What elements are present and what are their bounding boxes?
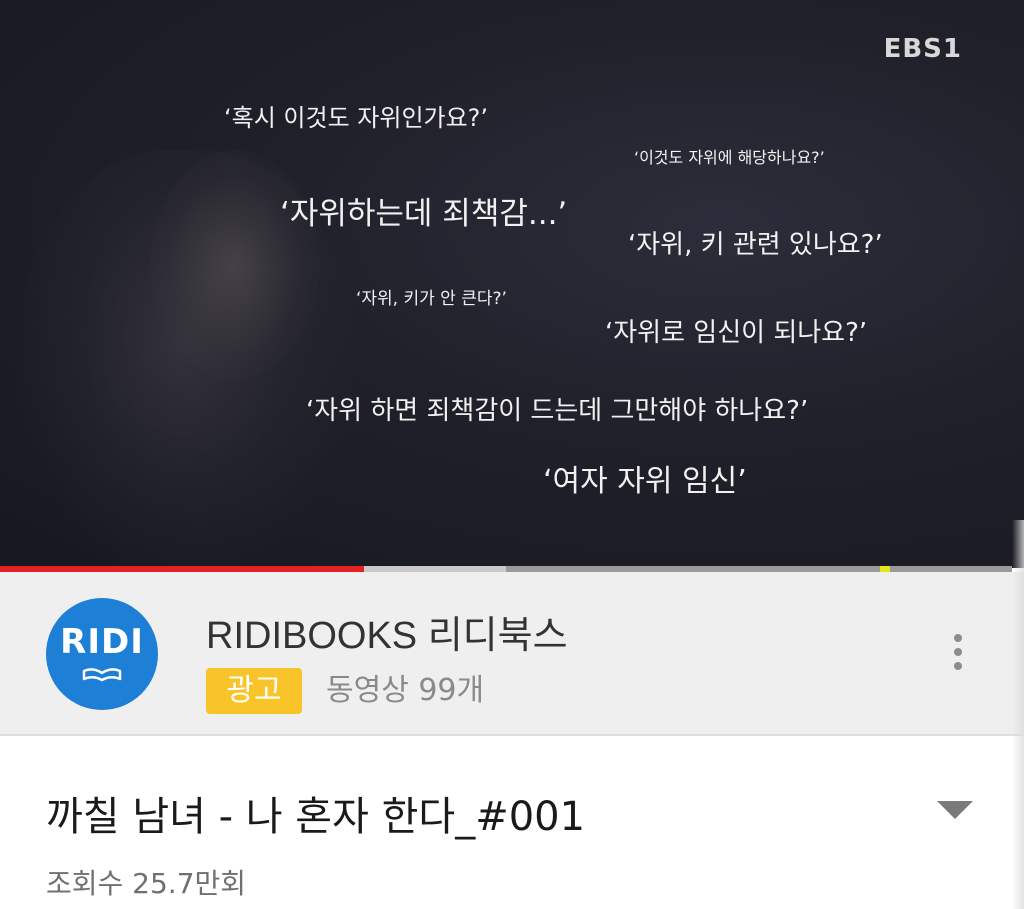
video-caption: ‘이것도 자위에 해당하나요?’ <box>634 148 825 167</box>
video-caption: ‘자위, 키 관련 있나요?’ <box>628 230 883 260</box>
view-count: 조회수 25.7만회 <box>46 867 247 900</box>
video-caption: ‘자위, 키가 안 큰다?’ <box>356 289 507 309</box>
scroll-edge <box>1012 520 1024 909</box>
channel-bar[interactable]: RIDI RIDIBOOKS 리디북스 광고 동영상 99개 <box>0 572 1024 736</box>
video-caption: ‘여자 자위 임신’ <box>543 464 747 499</box>
more-vert-icon[interactable] <box>940 630 976 674</box>
book-icon <box>82 668 122 682</box>
channel-name[interactable]: RIDIBOOKS 리디북스 <box>206 604 568 659</box>
video-count: 동영상 99개 <box>326 673 485 708</box>
video-caption: ‘자위하는데 죄책감...’ <box>280 196 568 232</box>
video-caption: ‘자위로 임신이 되나요?’ <box>605 318 868 348</box>
video-silhouette-head <box>150 150 320 380</box>
video-title: 까칠 남녀 - 나 혼자 한다_#001 <box>46 794 586 840</box>
video-caption: ‘자위 하면 죄책감이 드는데 그만해야 하나요?’ <box>306 396 809 426</box>
broadcaster-logo: EBS1 <box>883 34 962 64</box>
chevron-down-icon[interactable] <box>935 798 975 822</box>
video-player[interactable]: EBS1 ‘혹시 이것도 자위인가요?’ ‘이것도 자위에 해당하나요?’ ‘자… <box>0 0 1024 568</box>
channel-logo-text: RIDI <box>60 622 144 662</box>
ad-badge: 광고 <box>206 668 302 714</box>
video-caption: ‘혹시 이것도 자위인가요?’ <box>224 104 489 132</box>
channel-avatar[interactable]: RIDI <box>46 598 158 710</box>
